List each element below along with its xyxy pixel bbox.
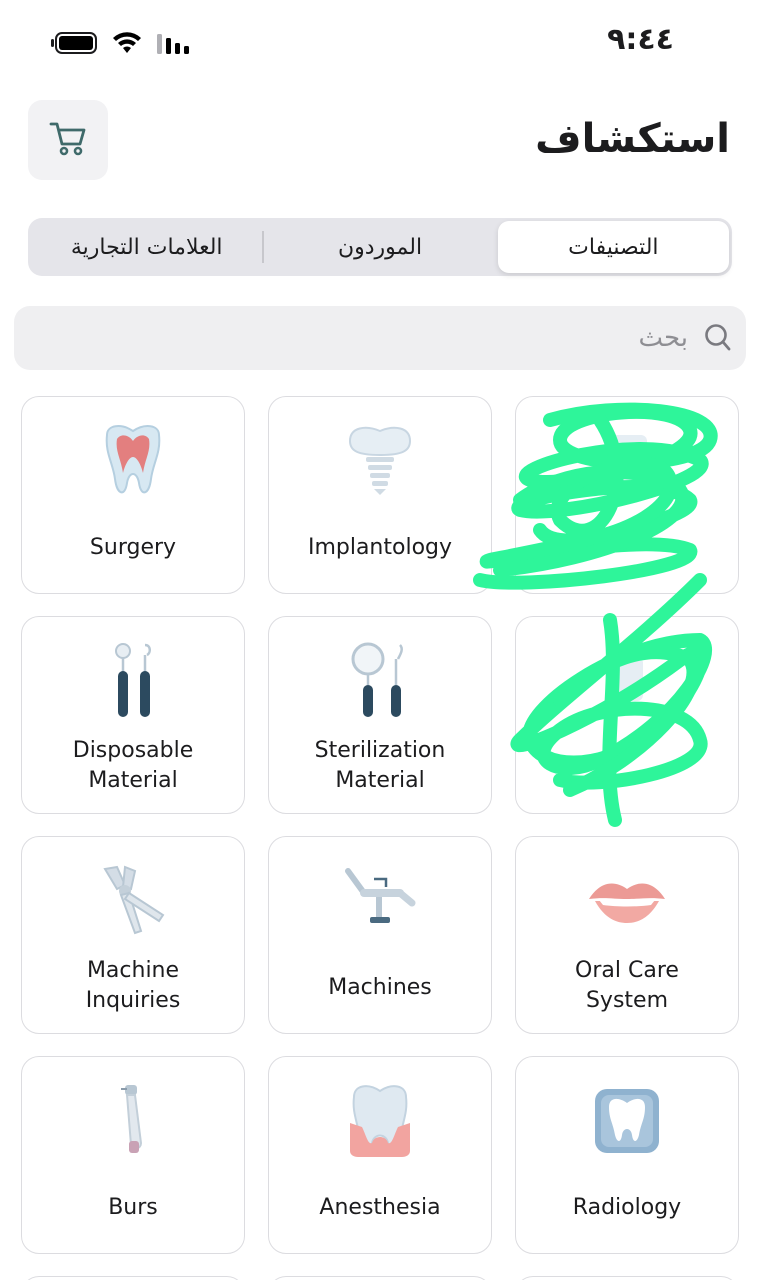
category-label: Anesthesia: [319, 1195, 441, 1220]
cart-icon: [48, 118, 88, 162]
tab-suppliers[interactable]: الموردون: [264, 221, 495, 273]
category-card-machines[interactable]: Machines: [268, 836, 492, 1034]
category-card-surgery[interactable]: Surgery: [21, 396, 245, 594]
search-icon: [698, 321, 732, 355]
status-time: ٩:٤٤: [607, 22, 674, 57]
next-row-peek: [21, 1276, 739, 1280]
dental-chair-icon: [338, 859, 422, 943]
category-card-anesthesia[interactable]: Anesthesia: [268, 1056, 492, 1254]
tooth-root-icon: [91, 419, 175, 503]
category-card-burs[interactable]: Burs: [21, 1056, 245, 1254]
extraction-forceps-icon: [91, 859, 175, 943]
wifi-icon: [112, 31, 142, 55]
category-card-redacted[interactable]: [515, 396, 739, 594]
category-card-sterilization-material[interactable]: Sterilization Material: [268, 616, 492, 814]
tooth-gum-icon: [338, 1079, 422, 1163]
segmented-control: التصنيفات الموردون العلامات التجارية: [28, 218, 732, 276]
category-label: Oral Care System: [575, 958, 679, 1013]
lips-icon: [585, 859, 669, 943]
search-bar: [14, 306, 746, 370]
header: استكشاف: [0, 100, 760, 182]
dental-implant-icon: [338, 419, 422, 503]
category-label: [617, 719, 637, 813]
category-card-peek[interactable]: [515, 1276, 739, 1280]
category-card-machine-inquiries[interactable]: Machine Inquiries: [21, 836, 245, 1034]
category-card-implantology[interactable]: Implantology: [268, 396, 492, 594]
category-label: Implantology: [307, 535, 453, 560]
category-card-peek[interactable]: [268, 1276, 492, 1280]
category-label: Burs: [108, 1195, 158, 1220]
battery-icon: [50, 30, 98, 56]
signal-icon: [156, 32, 192, 54]
search-input[interactable]: [88, 323, 688, 353]
status-icons: [50, 30, 192, 56]
redacted-icon: [585, 419, 669, 503]
status-bar: ٩:٤٤: [0, 0, 760, 86]
category-label: Machines: [328, 975, 432, 1000]
category-card-radiology[interactable]: Radiology: [515, 1056, 739, 1254]
tab-categories[interactable]: التصنيفات: [497, 221, 729, 273]
mirror-probe-icon: [338, 639, 422, 723]
category-card-redacted[interactable]: [515, 616, 739, 814]
category-card-oral-care-system[interactable]: Oral Care System: [515, 836, 739, 1034]
category-label: Radiology: [572, 1195, 682, 1220]
category-card-peek[interactable]: [21, 1276, 245, 1280]
category-label: [617, 503, 637, 593]
category-label: Machine Inquiries: [85, 958, 181, 1013]
cart-button[interactable]: [28, 100, 108, 180]
category-label: Surgery: [89, 535, 177, 560]
tab-brands[interactable]: العلامات التجارية: [31, 221, 262, 273]
category-grid: Surgery Implantology Disposable Material…: [21, 396, 739, 1254]
page-title: استكشاف: [535, 116, 730, 162]
category-label: Sterilization Material: [314, 738, 446, 793]
handpiece-icon: [91, 1079, 175, 1163]
category-label: Disposable Material: [72, 738, 194, 793]
tooth-xray-icon: [585, 1079, 669, 1163]
dental-probes-icon: [91, 639, 175, 723]
redacted-icon: [585, 639, 669, 723]
category-card-disposable-material[interactable]: Disposable Material: [21, 616, 245, 814]
